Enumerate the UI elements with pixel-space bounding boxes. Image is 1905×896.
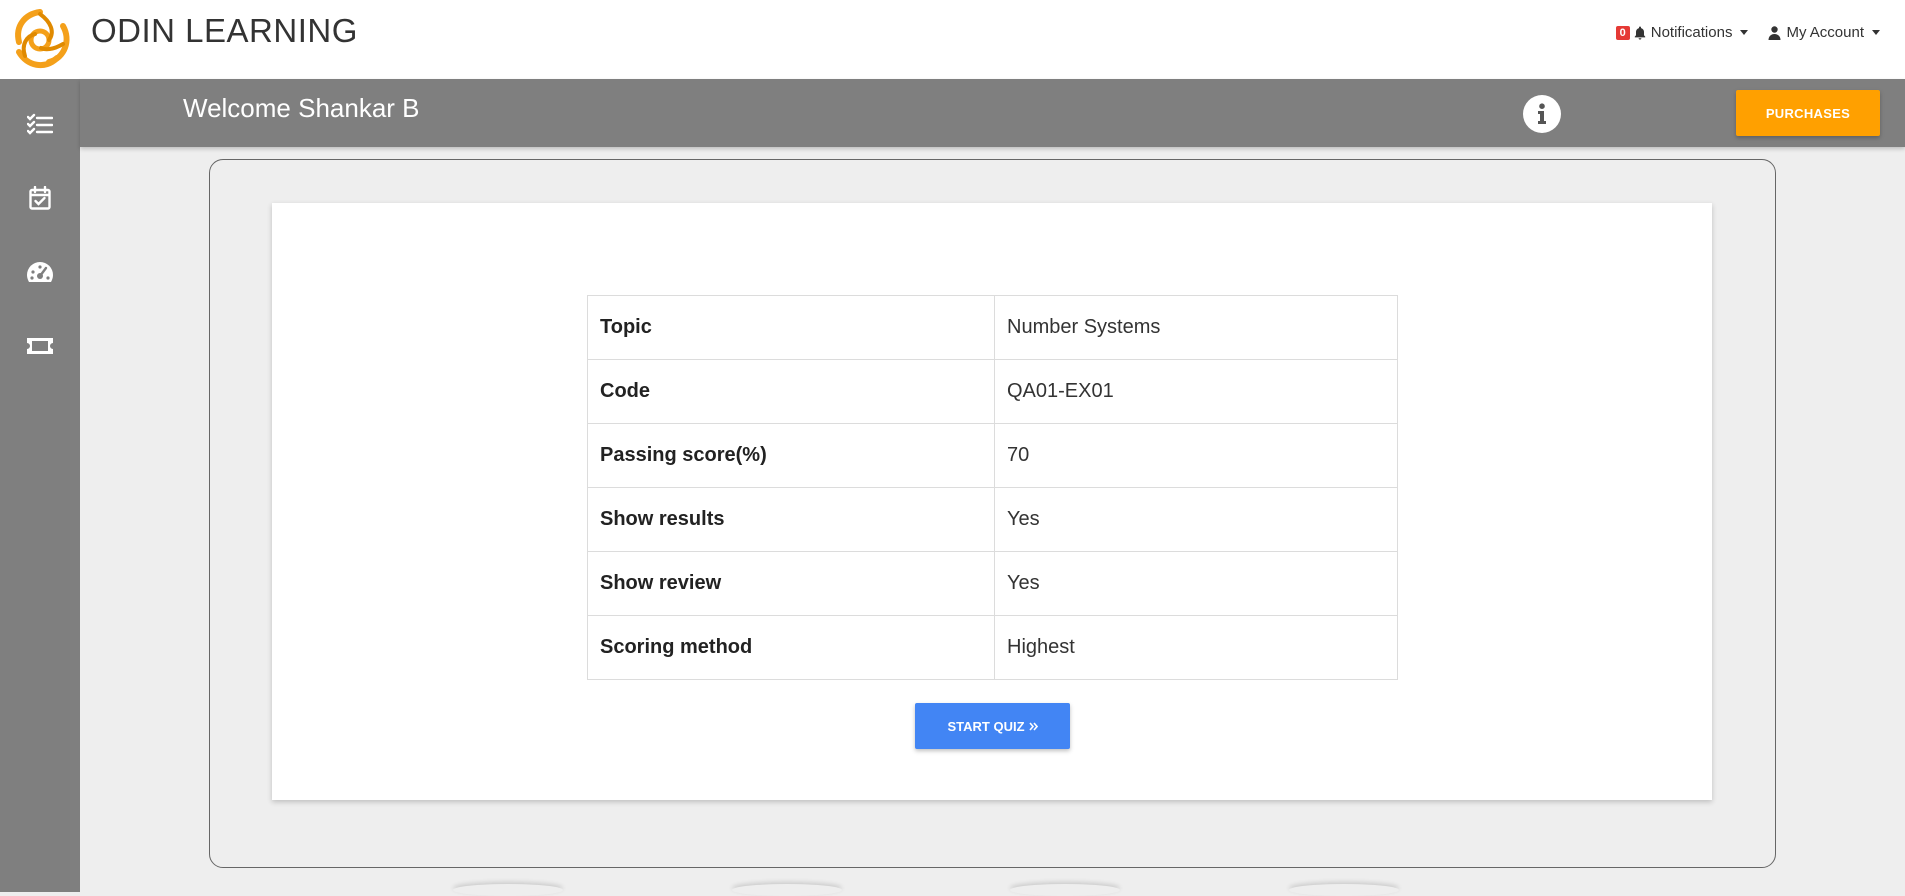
row-value: Number Systems (994, 295, 1398, 360)
top-navbar: ODIN LEARNING 0 Notifications My Account (0, 0, 1905, 79)
row-value: QA01-EX01 (994, 359, 1398, 424)
row-key: Topic (587, 295, 995, 360)
sidebar (0, 79, 80, 892)
row-value: Yes (994, 487, 1398, 552)
bell-icon (1634, 26, 1646, 40)
table-row: Topic Number Systems (587, 295, 1398, 360)
odin-logo-icon[interactable] (5, 4, 75, 72)
double-chevron-right-icon (1028, 719, 1038, 734)
row-value: 70 (994, 423, 1398, 488)
sidebar-item-schedule[interactable] (0, 168, 80, 228)
checklist-icon (27, 113, 53, 135)
start-quiz-label: START QUIZ (947, 718, 1025, 734)
partial-card (1289, 884, 1399, 896)
sidebar-item-dashboard[interactable] (0, 242, 80, 302)
info-button[interactable] (1523, 95, 1561, 133)
row-value: Yes (994, 551, 1398, 616)
chevron-down-icon (1740, 30, 1749, 35)
row-key: Code (587, 359, 995, 424)
calendar-check-icon (29, 186, 51, 210)
partial-card (732, 884, 842, 896)
row-key: Show results (587, 487, 995, 552)
brand-name[interactable]: ODIN LEARNING (91, 12, 358, 50)
notifications-dropdown[interactable]: 0 Notifications (1615, 24, 1749, 41)
my-account-dropdown[interactable]: My Account (1768, 24, 1880, 41)
dashboard-gauge-icon (27, 262, 53, 282)
notification-count-badge: 0 (1615, 25, 1630, 40)
quiz-details-table: Topic Number Systems Code QA01-EX01 Passing … (587, 295, 1398, 680)
row-key: Scoring method (587, 615, 995, 680)
table-row: Code QA01-EX01 (587, 359, 1398, 424)
row-key: Show review (587, 551, 995, 616)
welcome-heading: Welcome Shankar B (183, 93, 420, 123)
table-row: Show review Yes (587, 551, 1398, 616)
partial-card (453, 884, 563, 896)
top-nav-right: 0 Notifications My Account (1615, 24, 1880, 41)
user-icon (1768, 25, 1781, 40)
quiz-details-card: Topic Number Systems Code QA01-EX01 Passing … (272, 203, 1712, 800)
start-quiz-button[interactable]: START QUIZ (915, 703, 1070, 749)
table-row: Show results Yes (587, 487, 1398, 552)
table-row: Scoring method Highest (587, 615, 1398, 680)
row-value: Highest (994, 615, 1398, 680)
my-account-label: My Account (1786, 24, 1864, 41)
sidebar-item-tickets[interactable] (0, 316, 80, 376)
row-key: Passing score(%) (587, 423, 995, 488)
chevron-down-icon (1872, 30, 1880, 35)
purchases-button[interactable]: PURCHASES (1736, 90, 1880, 136)
notifications-label: Notifications (1650, 24, 1733, 41)
ticket-icon (27, 338, 53, 354)
sidebar-item-tasks[interactable] (0, 94, 80, 154)
partial-card (1010, 884, 1120, 896)
info-icon (1538, 103, 1546, 124)
welcome-bar: Welcome Shankar B PURCHASES (80, 79, 1905, 147)
table-row: Passing score(%) 70 (587, 423, 1398, 488)
